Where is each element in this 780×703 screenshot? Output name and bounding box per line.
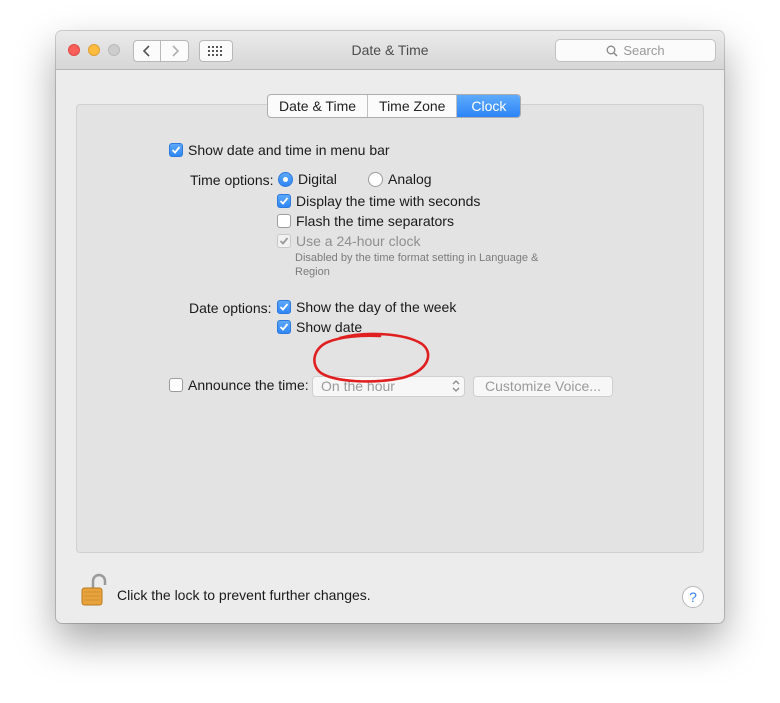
checkmark-icon — [279, 303, 289, 311]
tab-clock[interactable]: Clock — [457, 95, 521, 117]
tab-date-time[interactable]: Date & Time — [268, 95, 369, 117]
digital-label: Digital — [298, 171, 337, 187]
unlocked-padlock-icon — [81, 573, 107, 606]
red-circle-annotation — [313, 332, 430, 383]
checkmark-icon — [171, 146, 181, 154]
date-options-label: Date options: — [189, 300, 272, 316]
time-options-label: Time options: — [190, 172, 274, 188]
updown-arrows-icon — [452, 380, 460, 392]
analog-label: Analog — [388, 171, 432, 187]
checkbox-box[interactable] — [277, 194, 291, 208]
search-field[interactable]: Search — [555, 39, 716, 62]
show-day-of-week-label: Show the day of the week — [296, 299, 457, 315]
customize-voice-button[interactable]: Customize Voice... — [473, 376, 613, 397]
analog-radio[interactable]: Analog — [368, 171, 432, 187]
checkbox-box[interactable] — [169, 378, 183, 392]
search-icon — [606, 45, 618, 57]
checkbox-box[interactable] — [277, 300, 291, 314]
show-day-of-week-checkbox[interactable]: Show the day of the week — [277, 299, 456, 315]
lock-message: Click the lock to prevent further change… — [117, 587, 371, 603]
checkmark-icon — [279, 323, 289, 331]
search-placeholder: Search — [623, 43, 665, 58]
announce-time-label: Announce the time: — [188, 377, 309, 393]
lock-button[interactable] — [77, 572, 109, 608]
radio-button[interactable] — [368, 171, 383, 187]
checkbox-box[interactable] — [277, 214, 291, 228]
use-24-hour-label: Use a 24-hour clock — [296, 233, 421, 249]
checkmark-icon — [279, 237, 289, 245]
radio-button[interactable] — [278, 171, 293, 187]
checkbox-box[interactable] — [169, 143, 183, 157]
announce-time-checkbox[interactable]: Announce the time: — [169, 377, 309, 393]
show-seconds-label: Display the time with seconds — [296, 193, 481, 209]
tab-time-zone[interactable]: Time Zone — [368, 95, 458, 117]
show-in-menu-bar-label: Show date and time in menu bar — [188, 142, 390, 158]
flash-separators-checkbox[interactable]: Flash the time separators — [277, 213, 454, 229]
tab-bar: Date & Time Time Zone Clock — [267, 94, 522, 118]
checkbox-box[interactable] — [277, 320, 291, 334]
checkmark-icon — [279, 197, 289, 205]
use-24-hour-checkbox: Use a 24-hour clock — [277, 233, 421, 249]
flash-separators-label: Flash the time separators — [296, 213, 454, 229]
checkbox-box — [277, 234, 291, 248]
help-button[interactable]: ? — [682, 586, 704, 608]
title-bar: Date & Time Search — [56, 31, 724, 70]
24-hour-note: Disabled by the time format setting in L… — [295, 252, 539, 278]
show-in-menu-bar-checkbox[interactable]: Show date and time in menu bar — [169, 142, 390, 158]
digital-radio[interactable]: Digital — [278, 171, 337, 187]
show-seconds-checkbox[interactable]: Display the time with seconds — [277, 193, 480, 209]
date-time-window: Date & Time Search Date & Time Time Zone… — [56, 31, 724, 623]
